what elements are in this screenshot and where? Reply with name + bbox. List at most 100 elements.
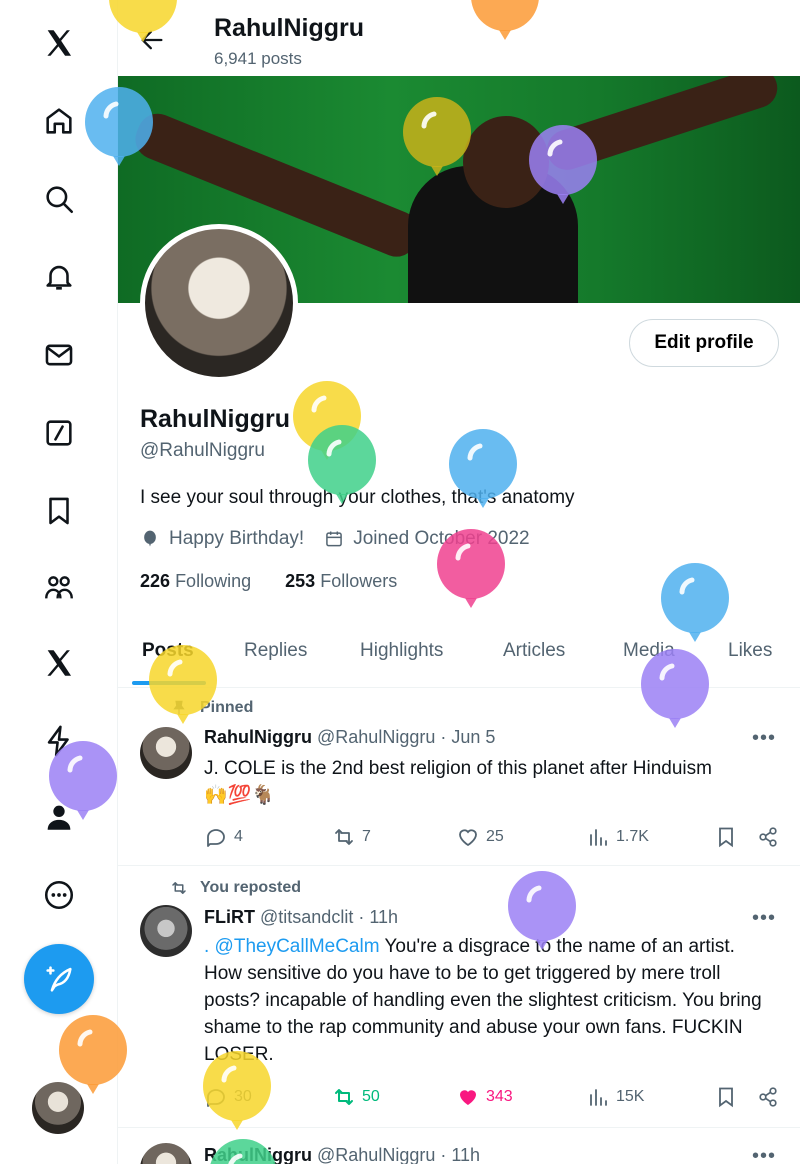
balloon-decoration xyxy=(210,1139,276,1164)
followers-count: 253 xyxy=(285,571,316,591)
views-button[interactable]: 1.7K xyxy=(586,825,649,849)
repost-icon xyxy=(335,829,353,845)
post-emoji: 🙌💯🐐 xyxy=(204,785,275,806)
edit-profile-button[interactable]: Edit profile xyxy=(629,319,779,367)
post-social-context: You reposted xyxy=(170,879,301,897)
post-header: FLiRT @titsandclit · 11h xyxy=(204,907,398,928)
tab-replies[interactable]: Replies xyxy=(244,640,307,662)
repost-count: 7 xyxy=(362,828,371,845)
post-text: J. COLE is the 2nd best religion of this… xyxy=(204,755,774,809)
bell-icon[interactable] xyxy=(38,256,80,298)
share-icon xyxy=(759,1087,777,1107)
views-icon xyxy=(590,1089,607,1106)
x-premium-icon[interactable] xyxy=(38,642,80,684)
repost-icon xyxy=(335,1089,353,1105)
more-icon[interactable] xyxy=(38,874,80,916)
tab-likes[interactable]: Likes xyxy=(728,640,772,662)
sidebar xyxy=(0,0,118,1164)
calendar-icon xyxy=(326,531,343,547)
profile-display-name: RahulNiggru xyxy=(140,405,290,433)
views-count: 15K xyxy=(616,1088,645,1105)
post-time[interactable]: · 11h xyxy=(358,907,398,927)
compose-icon xyxy=(46,966,72,992)
slash-icon[interactable] xyxy=(38,412,80,454)
balloon-decoration xyxy=(508,871,576,950)
following-label: Following xyxy=(175,571,252,591)
post-author-name[interactable]: RahulNiggru xyxy=(204,727,312,747)
balloon-decoration xyxy=(641,649,709,728)
mail-icon[interactable] xyxy=(38,334,80,376)
post-body: J. COLE is the 2nd best religion of this… xyxy=(204,758,712,779)
profile-avatar[interactable] xyxy=(140,224,298,382)
post-actions: 4 7 25 1.7K xyxy=(204,825,780,851)
like-button[interactable]: 343 xyxy=(456,1085,513,1109)
home-icon[interactable] xyxy=(38,100,80,142)
post-more-button[interactable]: ••• xyxy=(752,907,776,930)
heart-icon xyxy=(460,1090,476,1105)
post-author-handle[interactable]: @RahulNiggru xyxy=(317,727,435,747)
post-avatar[interactable] xyxy=(140,1143,192,1164)
profile-birthday: Happy Birthday! xyxy=(169,528,305,549)
repost-button[interactable]: 7 xyxy=(332,825,371,849)
bookmark-button[interactable] xyxy=(714,825,744,849)
reply-button[interactable]: 4 xyxy=(204,825,243,849)
repost-button[interactable]: 50 xyxy=(332,1085,380,1109)
following-link[interactable]: 226 Following xyxy=(140,571,251,591)
post-more-button[interactable]: ••• xyxy=(752,1145,776,1164)
views-count: 1.7K xyxy=(616,828,649,845)
post-avatar[interactable] xyxy=(140,727,192,779)
bookmark-button[interactable] xyxy=(714,1085,744,1109)
reply-icon xyxy=(207,829,225,847)
header-title: RahulNiggru xyxy=(214,14,364,42)
heart-icon xyxy=(459,829,477,847)
bookmark-icon xyxy=(719,1087,733,1108)
post-author-handle[interactable]: @RahulNiggru xyxy=(317,1145,435,1164)
post-time[interactable]: · 11h xyxy=(440,1145,480,1164)
share-button[interactable] xyxy=(756,825,786,849)
post-author-name[interactable]: FLiRT xyxy=(204,907,255,927)
reply-count: 4 xyxy=(234,828,243,845)
followers-label: Followers xyxy=(320,571,398,591)
balloon-decoration xyxy=(49,741,117,820)
share-icon xyxy=(759,827,777,847)
bookmark-icon[interactable] xyxy=(38,490,80,532)
post-author-handle[interactable]: @titsandclit xyxy=(260,907,353,927)
bookmark-icon xyxy=(719,827,733,848)
x-logo-icon[interactable] xyxy=(38,22,80,64)
header-post-count: 6,941 posts xyxy=(214,49,302,68)
followers-link[interactable]: 253 Followers xyxy=(285,571,397,591)
balloon-decoration xyxy=(661,563,729,642)
balloon-decoration xyxy=(203,1051,271,1130)
views-button[interactable]: 15K xyxy=(586,1085,644,1109)
balloon-icon xyxy=(144,530,156,547)
post-avatar[interactable] xyxy=(140,905,192,957)
balloon-decoration xyxy=(59,1015,127,1094)
share-button[interactable] xyxy=(756,1085,786,1109)
communities-icon[interactable] xyxy=(38,566,80,608)
tab-articles[interactable]: Articles xyxy=(503,640,565,662)
balloon-decoration xyxy=(437,529,505,608)
like-count: 343 xyxy=(486,1088,513,1105)
tab-highlights[interactable]: Highlights xyxy=(360,640,443,662)
post-time[interactable]: · Jun 5 xyxy=(440,727,495,747)
post-actions: 30 50 343 15K xyxy=(204,1085,780,1111)
compose-button[interactable] xyxy=(24,944,94,1014)
balloon-decoration xyxy=(109,0,177,42)
balloon-decoration xyxy=(85,87,153,166)
search-icon[interactable] xyxy=(38,178,80,220)
views-icon xyxy=(590,829,607,846)
profile-handle: @RahulNiggru xyxy=(140,440,265,461)
balloon-decoration xyxy=(449,429,517,508)
post-mention[interactable]: . @TheyCallMeCalm xyxy=(204,936,380,957)
post-context-label: You reposted xyxy=(200,879,302,896)
post-more-button[interactable]: ••• xyxy=(752,727,776,750)
like-button[interactable]: 25 xyxy=(456,825,504,849)
post-header: RahulNiggru @RahulNiggru · Jun 5 xyxy=(204,727,495,748)
balloon-decoration xyxy=(529,125,597,204)
post-text: . @TheyCallMeCalm You're a disgrace to t… xyxy=(204,933,774,1068)
repost-count: 50 xyxy=(362,1088,380,1105)
profile-header: RahulNiggru 6,941 posts xyxy=(118,0,800,76)
follow-stats: 226 Following 253 Followers xyxy=(140,571,397,592)
balloon-decoration xyxy=(471,0,539,40)
following-count: 226 xyxy=(140,571,171,591)
